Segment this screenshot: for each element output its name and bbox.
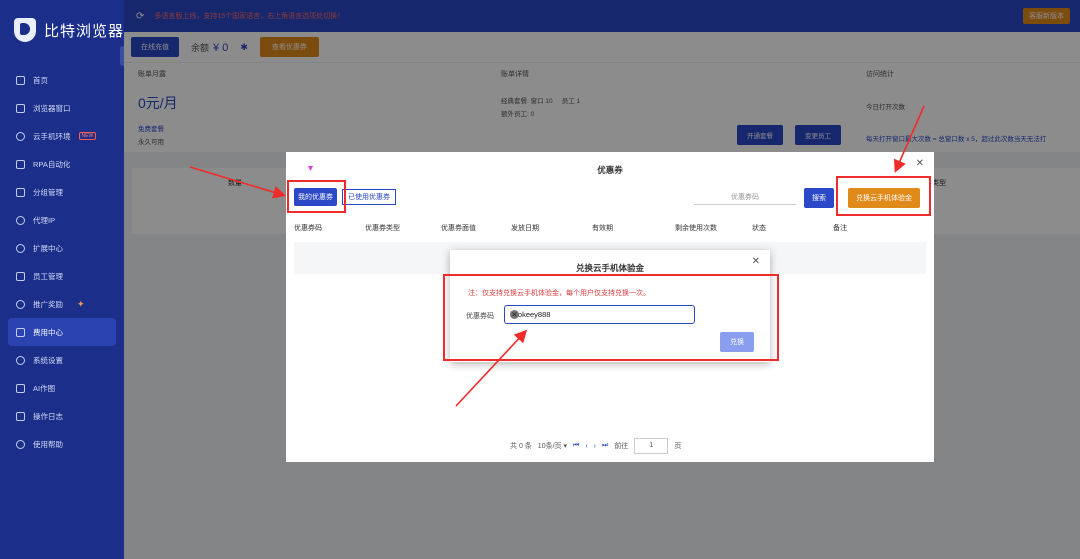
close-icon[interactable]: ✕	[916, 158, 924, 169]
cloud-icon	[16, 131, 25, 141]
goto-label: 前往	[614, 443, 629, 450]
sidebar-item-groups[interactable]: 分组管理	[0, 178, 124, 206]
page-unit: 页	[674, 443, 682, 450]
sidebar-item-cloud-phone[interactable]: 云手机环境 NEW	[0, 122, 124, 150]
highlight-box-redeem-button	[836, 176, 931, 216]
prev-page-icon[interactable]: ‹	[585, 443, 587, 450]
sparkle-icon: ✦	[77, 298, 85, 309]
redeem-dialog-title: 兑换云手机体验金	[575, 263, 644, 273]
gear-icon	[16, 355, 25, 365]
close-icon[interactable]: ✕	[752, 256, 760, 267]
column-header: 优惠券码	[294, 225, 322, 232]
new-badge: NEW	[78, 132, 97, 140]
pagination: 共 0 条 10条/页 ▾ ⏮ ‹ › ⏭ 前往 1 页	[510, 438, 681, 454]
pagination-total: 共 0 条	[510, 443, 532, 450]
sidebar-item-staff[interactable]: 员工管理	[0, 262, 124, 290]
coupon-code-search-input[interactable]: 优惠券码	[694, 190, 796, 205]
goto-page-input[interactable]: 1	[634, 438, 669, 454]
puzzle-icon	[16, 243, 25, 253]
column-header: 优惠券类型	[365, 225, 400, 232]
ai-icon	[16, 383, 25, 393]
first-page-icon[interactable]: ⏮	[573, 442, 579, 450]
sidebar-item-logs[interactable]: 操作日志	[0, 402, 124, 430]
column-header: 剩余使用次数	[675, 225, 717, 232]
home-icon	[16, 75, 25, 85]
sidebar-item-rpa[interactable]: RPA自动化	[0, 150, 124, 178]
column-header: 状态	[752, 225, 766, 232]
sidebar-item-settings[interactable]: 系统设置	[0, 346, 124, 374]
column-header: 发放日期	[511, 225, 539, 232]
sidebar: 比特浏览器 ‹ 首页 浏览器窗口 云手机环境NEW RPA自动化 分组管理 代理…	[0, 0, 130, 559]
highlight-box-redeem-form	[443, 274, 779, 361]
page-size-select[interactable]: 10条/页 ▾	[538, 441, 567, 451]
app-name: 比特浏览器	[44, 22, 125, 40]
layers-icon	[16, 187, 25, 197]
coupon-dialog-title: 优惠券	[597, 165, 623, 175]
robot-icon	[16, 159, 25, 169]
sidebar-item-help[interactable]: 使用帮助	[0, 430, 124, 458]
gift-icon	[16, 299, 25, 309]
sidebar-item-browser-windows[interactable]: 浏览器窗口	[0, 94, 124, 122]
sidebar-item-billing[interactable]: 费用中心	[8, 318, 116, 346]
grid-icon	[16, 103, 25, 113]
sidebar-item-ai-draw[interactable]: AI作图	[0, 374, 124, 402]
coupon-table-header: 优惠券码 优惠券类型 优惠券面值 发放日期 有效期 剩余使用次数 状态 备注	[294, 218, 926, 238]
users-icon	[16, 271, 25, 281]
help-icon	[16, 439, 25, 449]
highlight-box-my-coupons	[287, 180, 346, 213]
column-header: 优惠券面值	[441, 225, 476, 232]
shield-icon	[16, 327, 25, 337]
app-logo[interactable]: 比特浏览器	[0, 0, 124, 60]
sidebar-item-referral[interactable]: 推广奖励 ✦	[0, 290, 124, 318]
sidebar-item-extensions[interactable]: 扩展中心	[0, 234, 124, 262]
next-page-icon[interactable]: ›	[594, 443, 596, 450]
column-header: 备注	[833, 225, 847, 232]
sidebar-item-proxy-ip[interactable]: 代理IP	[0, 206, 124, 234]
tab-used-coupons[interactable]: 已使用优惠券	[342, 189, 396, 205]
log-icon	[16, 411, 25, 421]
sidebar-item-home[interactable]: 首页	[0, 66, 124, 94]
bit-browser-logo-icon	[14, 18, 36, 42]
last-page-icon[interactable]: ⏭	[602, 442, 608, 450]
sidebar-nav: 首页 浏览器窗口 云手机环境 NEW RPA自动化 分组管理 代理IP 扩展中心 …	[0, 66, 124, 458]
column-header: 有效期	[592, 225, 613, 232]
search-button[interactable]: 搜索	[804, 188, 834, 208]
location-icon	[16, 215, 25, 225]
